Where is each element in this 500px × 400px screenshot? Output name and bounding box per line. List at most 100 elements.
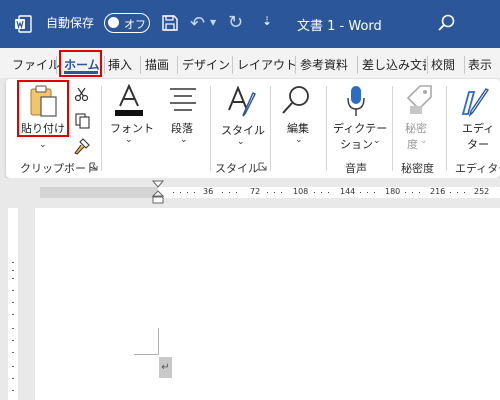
- editor-pen-icon[interactable]: [460, 84, 494, 118]
- autosave-toggle[interactable]: オフ: [104, 13, 150, 33]
- ruler-tick: [229, 192, 230, 193]
- tab-separator: [140, 56, 141, 74]
- ruler-tick: [236, 192, 237, 193]
- redo-icon[interactable]: ↻: [228, 12, 243, 33]
- paragraph-align-icon[interactable]: [168, 86, 198, 112]
- edit-label[interactable]: 編集: [287, 120, 309, 136]
- ruler-number: 144: [340, 187, 356, 196]
- customize-qat-icon[interactable]: ⇣: [262, 14, 272, 28]
- save-icon[interactable]: [161, 14, 179, 32]
- search-magnifier-icon[interactable]: [280, 84, 312, 116]
- scissors-icon[interactable]: [74, 86, 90, 102]
- ruler-tick: [450, 192, 451, 193]
- dialog-launcher-icon[interactable]: [258, 162, 267, 171]
- tab-references[interactable]: 参考資料: [300, 56, 348, 73]
- tab-layout[interactable]: レイアウト: [237, 56, 297, 73]
- undo-dropdown-icon[interactable]: ▼: [210, 18, 216, 27]
- ruler-margin: [40, 187, 158, 198]
- document-page[interactable]: [35, 208, 500, 400]
- tab-separator: [295, 56, 296, 74]
- ruler-tick: [173, 192, 174, 193]
- font-color-icon[interactable]: [113, 84, 145, 118]
- undo-icon[interactable]: ↶: [190, 13, 205, 34]
- ruler-tick: [360, 192, 361, 193]
- ruler-number: 108: [293, 187, 309, 196]
- tab-mailings[interactable]: 差し込み文書: [362, 56, 426, 73]
- ruler-number: 216: [430, 187, 446, 196]
- styles-icon[interactable]: [225, 84, 259, 118]
- ruler-number: 252: [474, 187, 490, 196]
- sensitivity-label[interactable]: 秘密: [405, 120, 427, 136]
- edit-dropdown-icon[interactable]: ⌄: [295, 135, 303, 145]
- ruler-tick: [314, 192, 315, 193]
- paragraph-label[interactable]: 段落: [171, 120, 193, 136]
- font-dropdown-icon[interactable]: ⌄: [125, 135, 133, 145]
- sensitivity-dropdown-icon[interactable]: ⌄: [420, 136, 428, 146]
- paste-button-highlight: [17, 80, 69, 137]
- margin-crop-mark: [158, 328, 159, 355]
- paragraph-dropdown-icon[interactable]: ⌄: [180, 135, 188, 145]
- vruler-tick: [12, 378, 14, 379]
- margin-crop-mark: [134, 354, 158, 355]
- tab-separator: [232, 56, 233, 74]
- ruler-tick: [222, 192, 223, 193]
- dictate-label-2[interactable]: ション: [340, 136, 373, 152]
- autosave-state: オフ: [124, 18, 146, 31]
- dialog-launcher-icon[interactable]: [89, 162, 98, 171]
- tab-design[interactable]: デザイン: [182, 56, 230, 73]
- sensitivity-tag-icon[interactable]: [404, 84, 434, 116]
- ruler-tick: [457, 192, 458, 193]
- ruler-tick: [328, 192, 329, 193]
- style-dropdown-icon[interactable]: ⌄: [237, 137, 245, 147]
- ruler-tick: [187, 192, 188, 193]
- tab-draw[interactable]: 描画: [145, 56, 169, 73]
- vruler-tick: [12, 278, 14, 279]
- editor-label-2[interactable]: ター: [467, 136, 489, 152]
- dictate-dropdown-icon[interactable]: ⌄: [373, 136, 381, 146]
- font-label[interactable]: フォント: [110, 120, 154, 136]
- ruler-tick: [367, 192, 368, 193]
- paragraph-mark[interactable]: ↵: [159, 357, 172, 378]
- tab-separator: [427, 56, 428, 74]
- dictate-label[interactable]: ディクテー: [333, 120, 387, 136]
- vruler-tick: [12, 340, 14, 341]
- group-label-voice: 音声: [345, 162, 367, 175]
- style-label[interactable]: スタイル: [221, 122, 265, 138]
- group-separator: [101, 86, 102, 171]
- tab-separator: [56, 56, 57, 74]
- vruler-tick: [12, 302, 14, 303]
- title-bar: 自動保存 オフ ↶ ▼ ↻ ⇣ 文書 1 - Word: [0, 0, 500, 48]
- home-tab-highlight: [59, 50, 102, 77]
- word-app-icon[interactable]: [14, 15, 32, 33]
- search-icon[interactable]: [437, 13, 457, 33]
- group-label-editor: エディター: [455, 162, 500, 175]
- group-label-clipboard: クリップボード: [20, 162, 97, 175]
- tab-separator: [104, 56, 105, 74]
- ruler-tick: [419, 192, 420, 193]
- ruler-tick: [194, 192, 195, 193]
- autosave-label: 自動保存: [46, 16, 95, 30]
- paste-dropdown-icon[interactable]: ⌄: [39, 140, 47, 150]
- tab-review[interactable]: 校閲: [431, 56, 455, 73]
- toggle-knob: [108, 17, 119, 28]
- ruler-tick: [321, 192, 322, 193]
- tab-file[interactable]: ファイル: [12, 56, 60, 73]
- vruler-tick: [12, 366, 14, 367]
- vertical-ruler[interactable]: [8, 208, 18, 400]
- group-label-style: スタイル: [215, 162, 259, 175]
- tab-insert[interactable]: 挿入: [108, 56, 132, 73]
- ruler-tick: [180, 192, 181, 193]
- copy-icon[interactable]: [74, 112, 90, 129]
- tab-view[interactable]: 表示: [468, 56, 492, 73]
- group-separator: [270, 86, 271, 171]
- indent-marker-icon[interactable]: [152, 180, 164, 204]
- group-separator: [446, 86, 447, 171]
- sensitivity-label-2[interactable]: 度: [407, 136, 418, 152]
- ruler-tick: [267, 192, 268, 193]
- microphone-icon[interactable]: [345, 84, 367, 118]
- ruler-tick: [274, 192, 275, 193]
- editor-label[interactable]: エディ: [462, 120, 494, 136]
- group-separator: [326, 86, 327, 171]
- format-painter-icon[interactable]: [73, 137, 91, 155]
- vruler-tick: [12, 352, 14, 353]
